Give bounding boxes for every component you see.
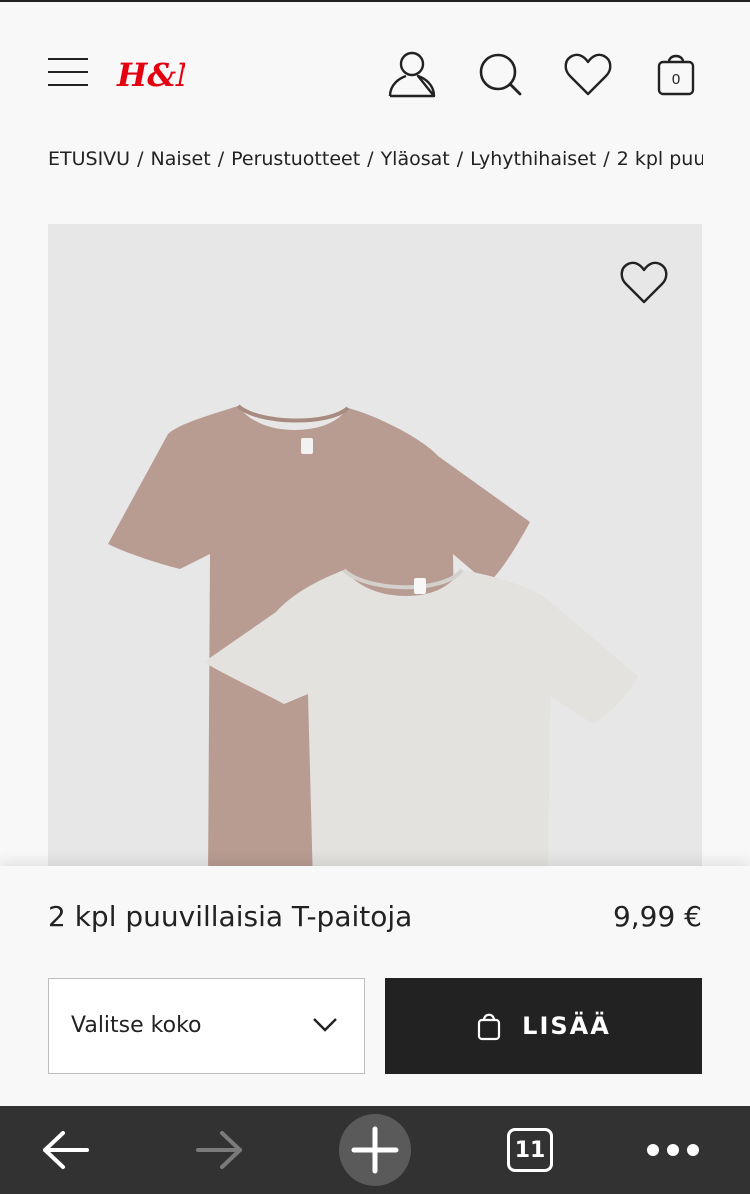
- top-border: [0, 0, 750, 2]
- breadcrumb-separator: /: [603, 148, 610, 170]
- product-title: 2 kpl puuvillaisia T-paitoja: [48, 900, 413, 933]
- logo-text: H&M: [116, 56, 185, 94]
- user-icon: [388, 51, 436, 98]
- breadcrumb-item-tops[interactable]: Yläosat: [381, 148, 450, 170]
- breadcrumb-item-women[interactable]: Naiset: [151, 148, 211, 170]
- tabs-icon: 11: [507, 1128, 553, 1172]
- forward-button[interactable]: [185, 1106, 255, 1194]
- add-to-favorites-button[interactable]: [616, 256, 672, 308]
- new-tab-plus-icon: [339, 1114, 411, 1186]
- heart-icon: [564, 53, 612, 96]
- hm-logo[interactable]: H&M: [115, 48, 213, 96]
- more-menu-icon: [647, 1144, 699, 1156]
- breadcrumb-item-current: 2 kpl puuvillaisia T-paitoja: [616, 148, 703, 170]
- menu-line: [48, 58, 88, 60]
- breadcrumb: ETUSIVU / Naiset / Perustuotteet / Yläosat / Lyh…: [48, 148, 703, 176]
- menu-line: [48, 71, 88, 73]
- shopping-bag-icon: 0: [657, 54, 695, 96]
- breadcrumb-separator: /: [456, 148, 464, 170]
- tabs-button[interactable]: 11: [500, 1106, 560, 1194]
- product-price: 9,99 €: [612, 900, 702, 933]
- breadcrumb-separator: /: [367, 148, 374, 170]
- breadcrumb-item-basics[interactable]: Perustuotteet: [231, 148, 360, 170]
- add-to-bag-label: LISÄÄ: [522, 1012, 611, 1040]
- back-arrow-icon: [43, 1131, 89, 1169]
- product-image[interactable]: [48, 224, 702, 884]
- more-menu-button[interactable]: [640, 1106, 706, 1194]
- add-to-bag-button[interactable]: LISÄÄ: [385, 978, 702, 1074]
- new-tab-button[interactable]: [338, 1106, 412, 1194]
- heart-icon: [620, 261, 668, 304]
- forward-arrow-icon: [196, 1131, 242, 1169]
- breadcrumb-separator: /: [217, 148, 225, 170]
- menu-button[interactable]: [48, 58, 88, 86]
- bag-button[interactable]: 0: [650, 48, 702, 100]
- breadcrumb-separator: /: [137, 148, 144, 170]
- account-button[interactable]: [386, 48, 438, 100]
- bag-count: 0: [672, 71, 680, 88]
- product-purchase-panel: 2 kpl puuvillaisia T-paitoja 9,99 € Vali…: [0, 866, 750, 1106]
- shopping-bag-icon: [478, 1013, 501, 1041]
- chevron-down-icon: [313, 1018, 337, 1032]
- site-header: H&M 0: [0, 30, 750, 116]
- search-button[interactable]: [474, 48, 526, 100]
- size-select-label: Valitse koko: [71, 1013, 202, 1038]
- back-button[interactable]: [30, 1106, 100, 1194]
- browser-toolbar: 11: [0, 1106, 750, 1194]
- search-icon: [479, 53, 522, 96]
- menu-line: [48, 84, 88, 86]
- breadcrumb-item-short-sleeve[interactable]: Lyhythihaiset: [470, 148, 596, 170]
- breadcrumb-item-home[interactable]: ETUSIVU: [48, 148, 130, 170]
- product-photo-tshirts: [108, 404, 638, 884]
- favorites-button[interactable]: [562, 48, 614, 100]
- size-select[interactable]: Valitse koko: [48, 978, 365, 1074]
